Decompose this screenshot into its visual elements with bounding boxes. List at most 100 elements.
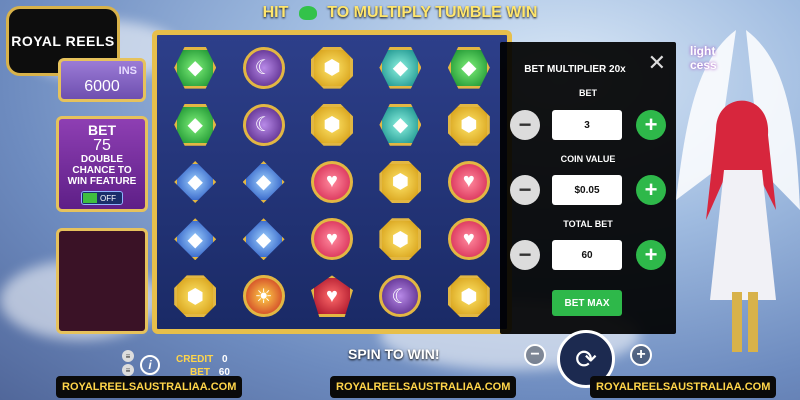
reel-cell: ⬢: [437, 270, 501, 323]
menu-icon[interactable]: ≡: [122, 350, 134, 362]
toggle-state: OFF: [100, 193, 116, 203]
double-chance-bet: 75: [93, 137, 111, 154]
credit-label: CREDIT: [176, 354, 214, 365]
pink-gem-icon: ♥: [447, 160, 490, 203]
title-banner: HIT TO MULTIPLY TUMBLE WIN: [250, 4, 550, 28]
sun-gem-icon: ☀: [242, 275, 285, 318]
reel-cell: ⬢: [163, 270, 227, 323]
banner-text-left: HIT: [262, 4, 289, 21]
green-gem-icon: ◆: [174, 103, 217, 146]
reel-cell: ☾: [231, 41, 295, 94]
reel-cell: ☀: [231, 270, 295, 323]
wins-label: INS: [118, 65, 137, 77]
purple-gem-icon: ☾: [242, 103, 285, 146]
wins-display: INS 6000: [58, 58, 146, 102]
logo-text: ROYAL REELS: [11, 33, 115, 49]
reel-cell: ⬢: [368, 155, 432, 208]
blue-gem-icon: ◆: [242, 218, 285, 261]
reel-cell: ☾: [231, 98, 295, 151]
reel-cell: ♥: [437, 213, 501, 266]
bet-max-button[interactable]: BET MAX: [552, 290, 622, 316]
coin-value-decrease-button[interactable]: −: [510, 175, 540, 205]
blue-gem-icon: ◆: [174, 160, 217, 203]
reel-cell: ♥: [300, 213, 364, 266]
bet-value: 3: [552, 110, 622, 140]
pink-gem-icon: ♥: [447, 218, 490, 261]
bet-label: BET: [579, 88, 597, 98]
blue-gem-icon: ◆: [174, 218, 217, 261]
watermark-right: ROYALREELSAUSTRALIAA.COM: [590, 376, 777, 398]
reel-frame: ◆ ☾ ⬢ ◆ ◆ ◆ ☾ ⬢ ◆ ⬢ ◆ ◆ ♥ ⬢ ♥ ◆ ◆ ♥ ⬢ ♥ ⬢ ☀ ♥ ☾ ⬢: [152, 30, 512, 334]
reel-cell: ⬢: [368, 213, 432, 266]
coin-value-label: COIN VALUE: [560, 154, 616, 164]
coin-value-stepper: − $0.05 +: [510, 175, 666, 205]
game-title-logo: light cess: [690, 44, 746, 84]
reel-cell: ♥: [300, 155, 364, 208]
double-chance-toggle[interactable]: OFF: [81, 191, 123, 205]
bet-increase-button[interactable]: +: [636, 110, 666, 140]
reel-cell: ◆: [368, 41, 432, 94]
watermark-center: ROYALREELSAUSTRALIAA.COM: [330, 376, 517, 398]
reel-cell: ◆: [163, 213, 227, 266]
reel-cell: ◆: [437, 41, 501, 94]
credit-display: CREDIT 0: [176, 354, 228, 365]
yellow-gem-icon: ⬢: [310, 103, 353, 146]
game-title-line1: light: [690, 44, 716, 58]
game-title-line2: cess: [690, 58, 717, 72]
total-bet-decrease-button[interactable]: −: [510, 240, 540, 270]
credit-value: 0: [222, 354, 228, 365]
reel-cell: ⬢: [300, 41, 364, 94]
green-gem-icon: ◆: [174, 46, 217, 89]
pink-gem-icon: ♥: [310, 160, 353, 203]
reel-cell: ◆: [231, 155, 295, 208]
teal-gem-icon: ◆: [379, 46, 422, 89]
bet-multiplier-panel: BET MULTIPLIER 20x ✕ BET − 3 + COIN VALU…: [500, 42, 676, 334]
reel-grid: ◆ ☾ ⬢ ◆ ◆ ◆ ☾ ⬢ ◆ ⬢ ◆ ◆ ♥ ⬢ ♥ ◆ ◆ ♥ ⬢ ♥ ⬢ ☀ ♥ ☾ ⬢: [163, 41, 501, 323]
total-bet-label: TOTAL BET: [563, 219, 613, 229]
refresh-icon: ⟳: [575, 343, 597, 374]
pink-gem-icon: ♥: [310, 218, 353, 261]
bet-decrease-button[interactable]: −: [510, 110, 540, 140]
teal-gem-icon: ◆: [379, 103, 422, 146]
sound-icon[interactable]: ≡: [122, 364, 134, 376]
reel-cell: ⬢: [437, 98, 501, 151]
reel-cell: ♥: [300, 270, 364, 323]
yellow-gem-icon: ⬢: [379, 160, 422, 203]
reel-cell: ⬢: [300, 98, 364, 151]
coin-value-increase-button[interactable]: +: [636, 175, 666, 205]
coin-value: $0.05: [552, 175, 622, 205]
decrease-bet-button[interactable]: −: [524, 344, 546, 366]
double-chance-panel[interactable]: BET 75 DOUBLE CHANCE TO WIN FEATURE OFF: [56, 116, 148, 212]
blue-gem-icon: ◆: [242, 160, 285, 203]
yellow-gem-icon: ⬢: [447, 275, 490, 318]
reel-cell: ◆: [231, 213, 295, 266]
total-bet-value: 60: [552, 240, 622, 270]
info-icon[interactable]: i: [140, 355, 160, 375]
yellow-gem-icon: ⬢: [174, 275, 217, 318]
reel-cell: ♥: [437, 155, 501, 208]
double-chance-title: BET: [88, 122, 116, 138]
reel-cell: ☾: [368, 270, 432, 323]
banner-text-right: TO MULTIPLY TUMBLE WIN: [327, 4, 538, 21]
reel-cell: ◆: [368, 98, 432, 151]
reel-cell: ◆: [163, 98, 227, 151]
total-bet-stepper: − 60 +: [510, 240, 666, 270]
red-gem-icon: ♥: [310, 275, 353, 318]
yellow-gem-icon: ⬢: [447, 103, 490, 146]
watermark-left: ROYALREELSAUSTRALIAA.COM: [56, 376, 243, 398]
reel-cell: ◆: [163, 41, 227, 94]
increase-bet-button[interactable]: +: [630, 344, 652, 366]
reel-cell: ◆: [163, 155, 227, 208]
wins-value: 6000: [84, 78, 120, 95]
heart-gem-icon: [298, 5, 317, 20]
toggle-switch-icon: [83, 193, 97, 203]
purple-gem-icon: ☾: [242, 46, 285, 89]
double-chance-line1: DOUBLE: [80, 154, 124, 165]
total-bet-increase-button[interactable]: +: [636, 240, 666, 270]
bet-panel-title: BET MULTIPLIER 20x: [524, 64, 626, 75]
bet-stepper: − 3 +: [510, 110, 666, 140]
double-chance-line3: WIN FEATURE: [67, 176, 137, 187]
purple-gem-icon: ☾: [379, 275, 422, 318]
close-icon[interactable]: ✕: [648, 50, 666, 76]
yellow-gem-icon: ⬢: [379, 218, 422, 261]
